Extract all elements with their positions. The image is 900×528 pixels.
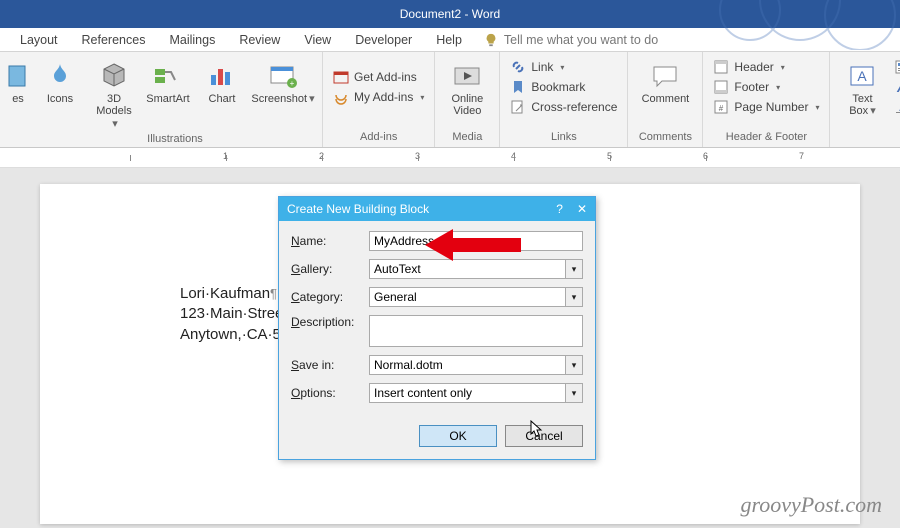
watermark: groovyPost.com [740,492,882,518]
dialog-titlebar[interactable]: Create New Building Block ? ✕ [279,197,595,221]
footer-button[interactable]: Footer▾ [711,78,821,96]
ribbon: es Icons 3D Models▾ SmartArt Chart + [0,52,900,148]
xref-icon [510,99,526,115]
savein-select[interactable] [369,355,565,375]
footer-icon [713,79,729,95]
my-addins-button[interactable]: My Add-ins▾ [331,88,426,106]
header-button[interactable]: Header▾ [711,58,821,76]
icons-button[interactable]: Icons [36,56,84,106]
group-links: Link▾ Bookmark Cross-reference Links [500,52,628,147]
chart-icon [206,60,238,92]
svg-text:#: # [719,104,724,113]
pictures-button-partial[interactable]: es [8,56,28,106]
tab-review[interactable]: Review [227,29,292,51]
chevron-down-icon[interactable]: ▾ [565,287,583,307]
group-addins: Get Add-ins My Add-ins▾ Add-ins [323,52,435,147]
drop-cap-button[interactable]: A Drop Cap [892,98,900,116]
tell-me[interactable]: Tell me what you want to do [484,33,658,47]
gallery-select[interactable] [369,259,565,279]
smartart-button[interactable]: SmartArt [144,56,192,106]
titlebar: Document2 - Word [0,0,900,28]
description-input[interactable] [369,315,583,347]
quick-parts-button[interactable]: Quick Pa [892,58,900,76]
cancel-button[interactable]: Cancel [505,425,583,447]
svg-text:A: A [896,79,900,95]
video-icon [451,60,483,92]
icons-icon [44,60,76,92]
dropcap-icon: A [894,99,900,115]
cross-reference-button[interactable]: Cross-reference [508,98,619,116]
options-select[interactable] [369,383,565,403]
svg-text:A: A [858,68,868,84]
close-button[interactable]: ✕ [577,202,587,216]
chevron-down-icon[interactable]: ▾ [565,355,583,375]
online-video-button[interactable]: Online Video [443,56,491,117]
group-text: A Text Box▾ Quick Pa A WordArt A Drop Ca… [830,52,900,147]
wordart-button[interactable]: A WordArt [892,78,900,96]
link-icon [510,59,526,75]
header-icon [713,59,729,75]
group-media: Online Video Media [435,52,500,147]
lightbulb-icon [484,33,498,47]
category-select[interactable] [369,287,565,307]
smartart-icon [152,60,184,92]
tab-mailings[interactable]: Mailings [157,29,227,51]
description-label: Description: [291,315,363,329]
tab-references[interactable]: References [70,29,158,51]
page-number-icon: # [713,99,729,115]
group-illustrations: Icons 3D Models▾ SmartArt Chart + Screen… [28,52,323,147]
comment-button[interactable]: Comment [636,56,694,106]
addins-icon [333,89,349,105]
quickparts-icon [894,59,900,75]
tab-developer[interactable]: Developer [343,29,424,51]
screenshot-icon: + [267,60,299,92]
name-label: Name: [291,234,363,248]
tab-view[interactable]: View [292,29,343,51]
get-addins-button[interactable]: Get Add-ins [331,68,426,86]
link-button[interactable]: Link▾ [508,58,619,76]
savein-label: Save in: [291,358,363,372]
store-icon [333,69,349,85]
text-box-button[interactable]: A Text Box▾ [838,56,886,117]
tab-help[interactable]: Help [424,29,474,51]
bookmark-icon [510,79,526,95]
chevron-down-icon[interactable]: ▾ [565,383,583,403]
chart-button[interactable]: Chart [198,56,246,106]
options-label: Options: [291,386,363,400]
page-number-button[interactable]: # Page Number▾ [711,98,821,116]
building-block-dialog: Create New Building Block ? ✕ Name: Gall… [278,196,596,460]
doc-title: Document2 - Word [400,7,500,21]
help-button[interactable]: ? [556,202,563,216]
chevron-down-icon[interactable]: ▾ [565,259,583,279]
titlebar-decoration [690,0,900,50]
group-header-footer: Header▾ Footer▾ # Page Number▾ Header & … [703,52,830,147]
group-comments: Comment Comments [628,52,703,147]
name-input[interactable] [369,231,583,251]
cube-icon [98,60,130,92]
wordart-icon: A [894,79,900,95]
svg-text:+: + [290,79,295,88]
gallery-label: Gallery: [291,262,363,276]
ruler[interactable]: 1 2 3 4 5 6 7 [0,148,900,168]
bookmark-button[interactable]: Bookmark [508,78,619,96]
3d-models-button[interactable]: 3D Models▾ [90,56,138,131]
screenshot-button[interactable]: + Screenshot▾ [252,56,314,106]
comment-icon [649,60,681,92]
textbox-icon: A [846,60,878,92]
dialog-title: Create New Building Block [287,202,429,216]
category-label: Category: [291,290,363,304]
ok-button[interactable]: OK [419,425,497,447]
tab-layout[interactable]: Layout [8,29,70,51]
